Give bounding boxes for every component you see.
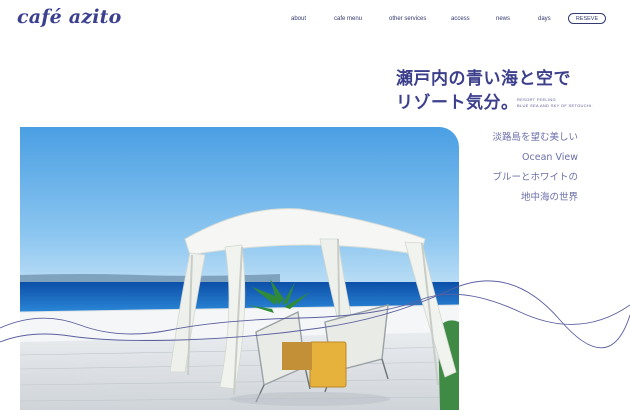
- copy-line-1: 淡路島を望む美しい: [492, 132, 578, 143]
- nav-news[interactable]: news: [496, 16, 510, 22]
- copy-line-3: ブルーとホワイトの: [492, 172, 578, 183]
- nav-cafe-menu[interactable]: cafe menu: [334, 16, 362, 22]
- feature-copy: 淡路島を望む美しい Ocean View ブルーとホワイトの 地中海の世界: [492, 128, 578, 208]
- reserve-button[interactable]: RESEVE: [568, 13, 606, 24]
- nav-days[interactable]: days: [538, 16, 551, 22]
- hero-image: [20, 127, 459, 410]
- nav-other-services[interactable]: other services: [389, 16, 426, 22]
- wave-lines: [0, 280, 630, 349]
- headline-english-2: BLUE SEA AND SKY OF SETOUCHI.: [517, 103, 593, 108]
- copy-line-2: Ocean View: [522, 152, 578, 163]
- copy-line-4: 地中海の世界: [520, 192, 578, 203]
- nav-access[interactable]: access: [451, 16, 470, 22]
- headline-english: RESORT FEELING BLUE SEA AND SKY OF SETOU…: [517, 97, 593, 109]
- headline-line-1: 瀬戸内の青い海と空で: [396, 69, 571, 89]
- main-nav: about cafe menu other services access ne…: [0, 16, 630, 30]
- nav-about[interactable]: about: [291, 16, 306, 22]
